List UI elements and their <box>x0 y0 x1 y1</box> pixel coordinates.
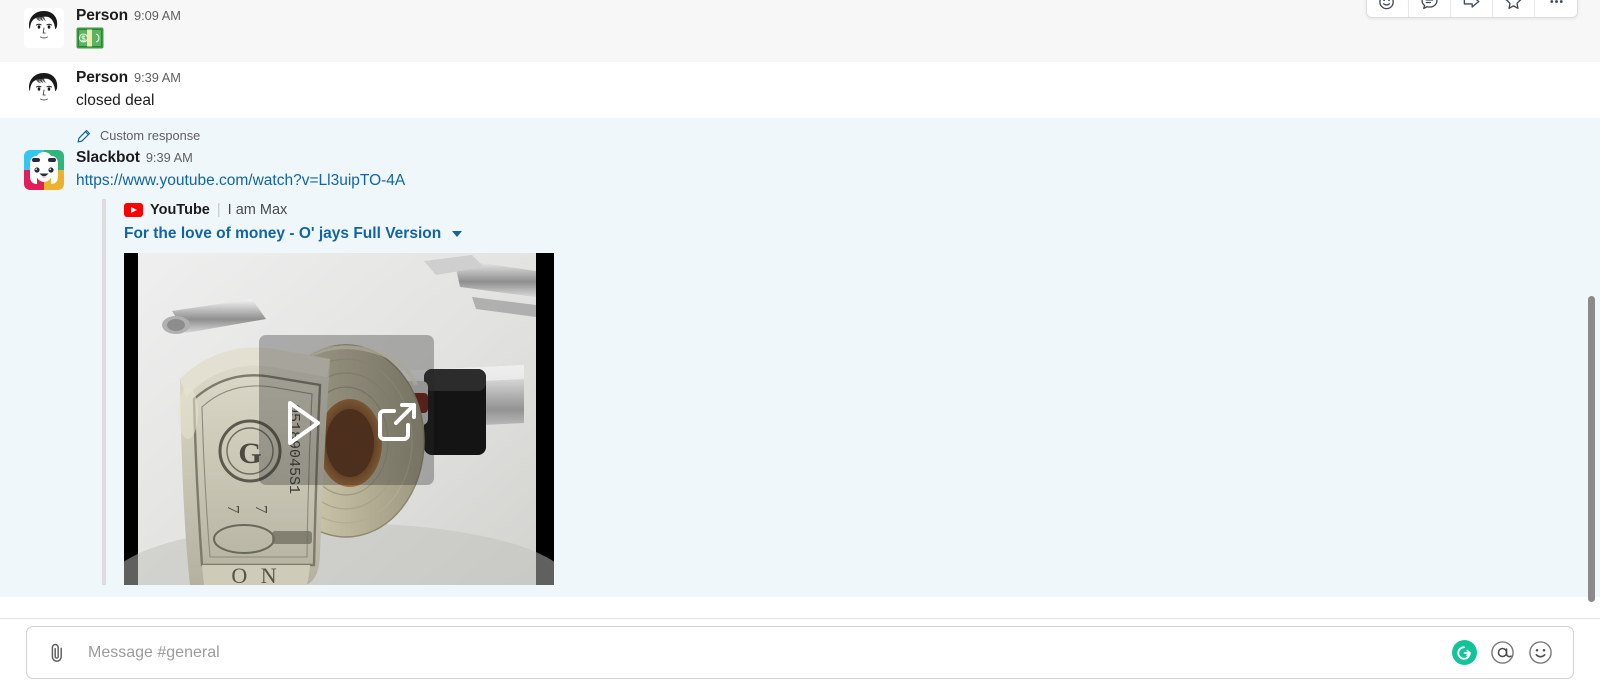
message-timestamp[interactable]: 9:09 AM <box>134 8 181 23</box>
at-mention-icon <box>1490 641 1514 664</box>
forward-arrow-icon <box>1463 0 1480 8</box>
message-row[interactable]: Person 9:09 AM $ <box>0 0 1600 62</box>
message-header: Slackbot 9:39 AM <box>76 148 1580 168</box>
message-row[interactable]: Custom response Slackbot 9:39 AM https:/… <box>0 118 1600 597</box>
message-header: Person 9:09 AM <box>76 6 1580 26</box>
external-link-icon[interactable] <box>372 397 420 445</box>
smiley-icon <box>1528 641 1552 664</box>
emoji-plus-icon <box>1379 0 1394 9</box>
star-icon <box>1506 0 1521 9</box>
youtube-icon <box>124 203 143 217</box>
slackbot-avatar <box>24 150 64 190</box>
message-list-scrollbar[interactable] <box>1585 0 1597 618</box>
video-thumbnail[interactable]: G 05189045S1 7 7 O N <box>124 253 554 585</box>
message-timestamp[interactable]: 9:39 AM <box>146 150 193 165</box>
message-list: Person 9:09 AM $ Person 9:39 AM closed d… <box>0 0 1600 618</box>
emoji-button[interactable] <box>1523 636 1557 670</box>
grammarly-icon <box>1451 640 1477 665</box>
attachment-title-link[interactable]: For the love of money - O' jays Full Ver… <box>124 225 441 243</box>
avatar[interactable] <box>24 8 64 48</box>
money-banknote-emoji: $ <box>76 27 104 56</box>
avatar[interactable] <box>24 70 64 110</box>
person-avatar <box>24 8 64 48</box>
attachment-divider: | <box>216 202 221 218</box>
svg-text:O N: O N <box>231 563 280 585</box>
message-timestamp[interactable]: 9:39 AM <box>134 70 181 85</box>
message-context-text: Custom response <box>100 128 201 143</box>
message-input[interactable] <box>88 643 1443 662</box>
mention-button[interactable] <box>1485 636 1519 670</box>
play-icon[interactable] <box>274 395 330 451</box>
message-sender: Slackbot <box>76 149 140 166</box>
youtube-attachment: YouTube | I am Max For the love of money… <box>102 199 702 585</box>
attach-file-button[interactable] <box>44 640 70 666</box>
scrollbar-thumb[interactable] <box>1588 296 1595 602</box>
more-actions-button[interactable] <box>1535 0 1577 17</box>
message-header: Person 9:39 AM <box>76 68 1580 88</box>
paperclip-icon <box>51 643 62 662</box>
share-message-button[interactable] <box>1451 0 1493 17</box>
message-sender: Person <box>76 7 128 24</box>
ellipsis-icon <box>1549 0 1563 3</box>
svg-text:$: $ <box>81 35 86 44</box>
reply-in-thread-button[interactable] <box>1409 0 1451 17</box>
message-sender: Person <box>76 69 128 86</box>
chevron-down-icon[interactable] <box>452 231 463 237</box>
avatar[interactable] <box>24 150 64 190</box>
youtube-url-link[interactable]: https://www.youtube.com/watch?v=Ll3uipTO… <box>76 172 405 189</box>
message-composer[interactable] <box>26 626 1574 679</box>
svg-text:7: 7 <box>252 505 271 514</box>
slack-channel-view: Person 9:09 AM $ Person 9:39 AM closed d… <box>0 0 1600 691</box>
message-composer-container <box>0 618 1600 691</box>
attachment-author: I am Max <box>227 202 288 218</box>
add-reaction-button[interactable] <box>1367 0 1409 17</box>
pencil-icon <box>76 129 91 144</box>
person-avatar <box>24 70 64 110</box>
message-context-label: Custom response <box>24 126 1580 146</box>
attachment-service-row: YouTube | I am Max <box>124 199 702 221</box>
grammarly-button[interactable] <box>1447 636 1481 670</box>
thread-comment-icon <box>1421 0 1438 9</box>
message-row[interactable]: Person 9:39 AM closed deal <box>0 62 1600 118</box>
message-body: $ <box>76 27 1580 56</box>
message-body: https://www.youtube.com/watch?v=Ll3uipTO… <box>76 169 1580 193</box>
composer-actions <box>1443 636 1557 670</box>
svg-text:7: 7 <box>224 505 243 514</box>
save-message-button[interactable] <box>1493 0 1535 17</box>
message-body: closed deal <box>76 92 155 109</box>
attachment-title-row: For the love of money - O' jays Full Ver… <box>124 225 702 243</box>
message-hover-toolbar <box>1366 0 1578 18</box>
attachment-service-name: YouTube <box>150 202 210 218</box>
